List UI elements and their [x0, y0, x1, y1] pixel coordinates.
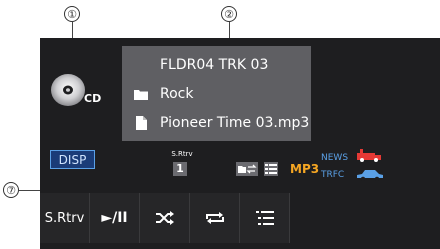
news-indicator-icon	[355, 147, 383, 166]
trfc-indicator-icon	[356, 167, 384, 186]
trfc-indicator-label: TRFC	[321, 170, 345, 180]
folder-track-row: FLDR04 TRK 03	[122, 52, 311, 78]
random-button[interactable]	[140, 193, 190, 243]
repeat-button[interactable]	[190, 193, 240, 243]
list-button[interactable]	[240, 193, 290, 243]
source-label: CD	[84, 92, 102, 105]
source-cd-icon[interactable]: CD	[50, 72, 105, 112]
format-indicator: MP3	[290, 162, 320, 176]
callout-1: ①	[64, 6, 80, 22]
callout-7: ⑦	[3, 182, 19, 198]
track-info-panel: FLDR04 TRK 03 Rock Pioneer Time 03.mp3	[122, 46, 311, 141]
file-icon	[132, 116, 150, 130]
list-icon	[255, 211, 274, 225]
folder-repeat-indicator-icon	[236, 162, 258, 176]
srtrv-button[interactable]: S.Rtrv	[40, 193, 90, 243]
button-row-filler	[290, 193, 440, 243]
repeat-icon	[205, 212, 224, 224]
folder-row: Rock	[122, 81, 311, 107]
folder-name-text: Rock	[160, 86, 194, 102]
control-button-row: S.Rtrv ►/II	[40, 193, 440, 243]
disp-button[interactable]: DISP	[50, 150, 95, 169]
folder-track-text: FLDR04 TRK 03	[160, 57, 269, 73]
list-indicator-icon	[264, 162, 278, 176]
play-pause-button[interactable]: ►/II	[90, 193, 140, 243]
file-name-text: Pioneer Time 03.mp3	[160, 115, 310, 131]
folder-icon	[132, 89, 150, 100]
callout-2: ②	[221, 6, 237, 22]
srtrv-indicator-label: S.Rtrv	[171, 150, 193, 158]
head-unit-screen: CD FLDR04 TRK 03 Rock Pioneer Time 03.mp…	[40, 38, 440, 249]
file-row: Pioneer Time 03.mp3	[122, 110, 311, 136]
news-indicator-label: NEWS	[321, 153, 349, 163]
srtrv-indicator-value: 1	[173, 162, 187, 176]
random-icon	[155, 211, 174, 225]
